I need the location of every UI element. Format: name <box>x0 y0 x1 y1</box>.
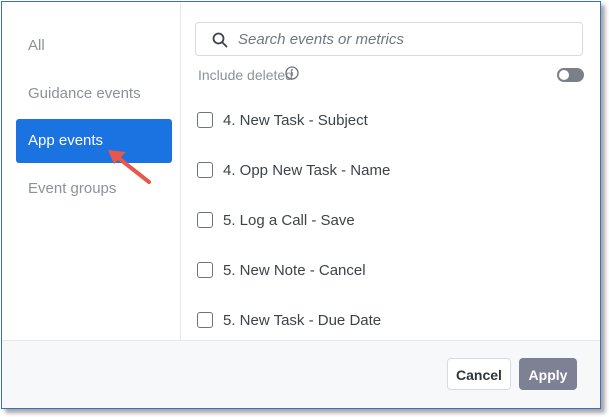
events-panel: Include deleted 4. New Task - Subject 4.… <box>181 2 600 340</box>
toggle-knob <box>559 70 569 80</box>
sidebar-item-app-events[interactable]: App events <box>16 119 172 163</box>
event-checkbox[interactable] <box>197 262 213 278</box>
event-checkbox[interactable] <box>197 312 213 328</box>
dialog-footer: Cancel Apply <box>2 340 600 408</box>
category-sidebar: All Guidance events App events Event gro… <box>2 2 181 340</box>
sidebar-item-all[interactable]: All <box>16 24 172 68</box>
event-checkbox[interactable] <box>197 162 213 178</box>
search-box <box>195 22 583 56</box>
event-label: 4. Opp New Task - Name <box>223 162 391 179</box>
event-label: 5. New Note - Cancel <box>223 262 366 279</box>
event-label: 5. New Task - Due Date <box>223 312 382 329</box>
event-label: 4. New Task - Subject <box>223 112 368 129</box>
info-icon[interactable] <box>285 66 299 80</box>
event-checkbox[interactable] <box>197 112 213 128</box>
event-checkbox[interactable] <box>197 212 213 228</box>
cancel-button[interactable]: Cancel <box>447 358 511 390</box>
sidebar-item-event-groups[interactable]: Event groups <box>16 167 172 211</box>
include-deleted-toggle[interactable] <box>557 68 584 82</box>
events-dialog: All Guidance events App events Event gro… <box>1 1 601 409</box>
event-label: 5. Log a Call - Save <box>223 212 355 229</box>
include-deleted-label: Include deleted <box>198 67 293 83</box>
sidebar-item-guidance-events[interactable]: Guidance events <box>16 72 172 116</box>
apply-button[interactable]: Apply <box>519 358 577 390</box>
search-input[interactable] <box>238 23 568 55</box>
search-icon <box>212 32 228 48</box>
